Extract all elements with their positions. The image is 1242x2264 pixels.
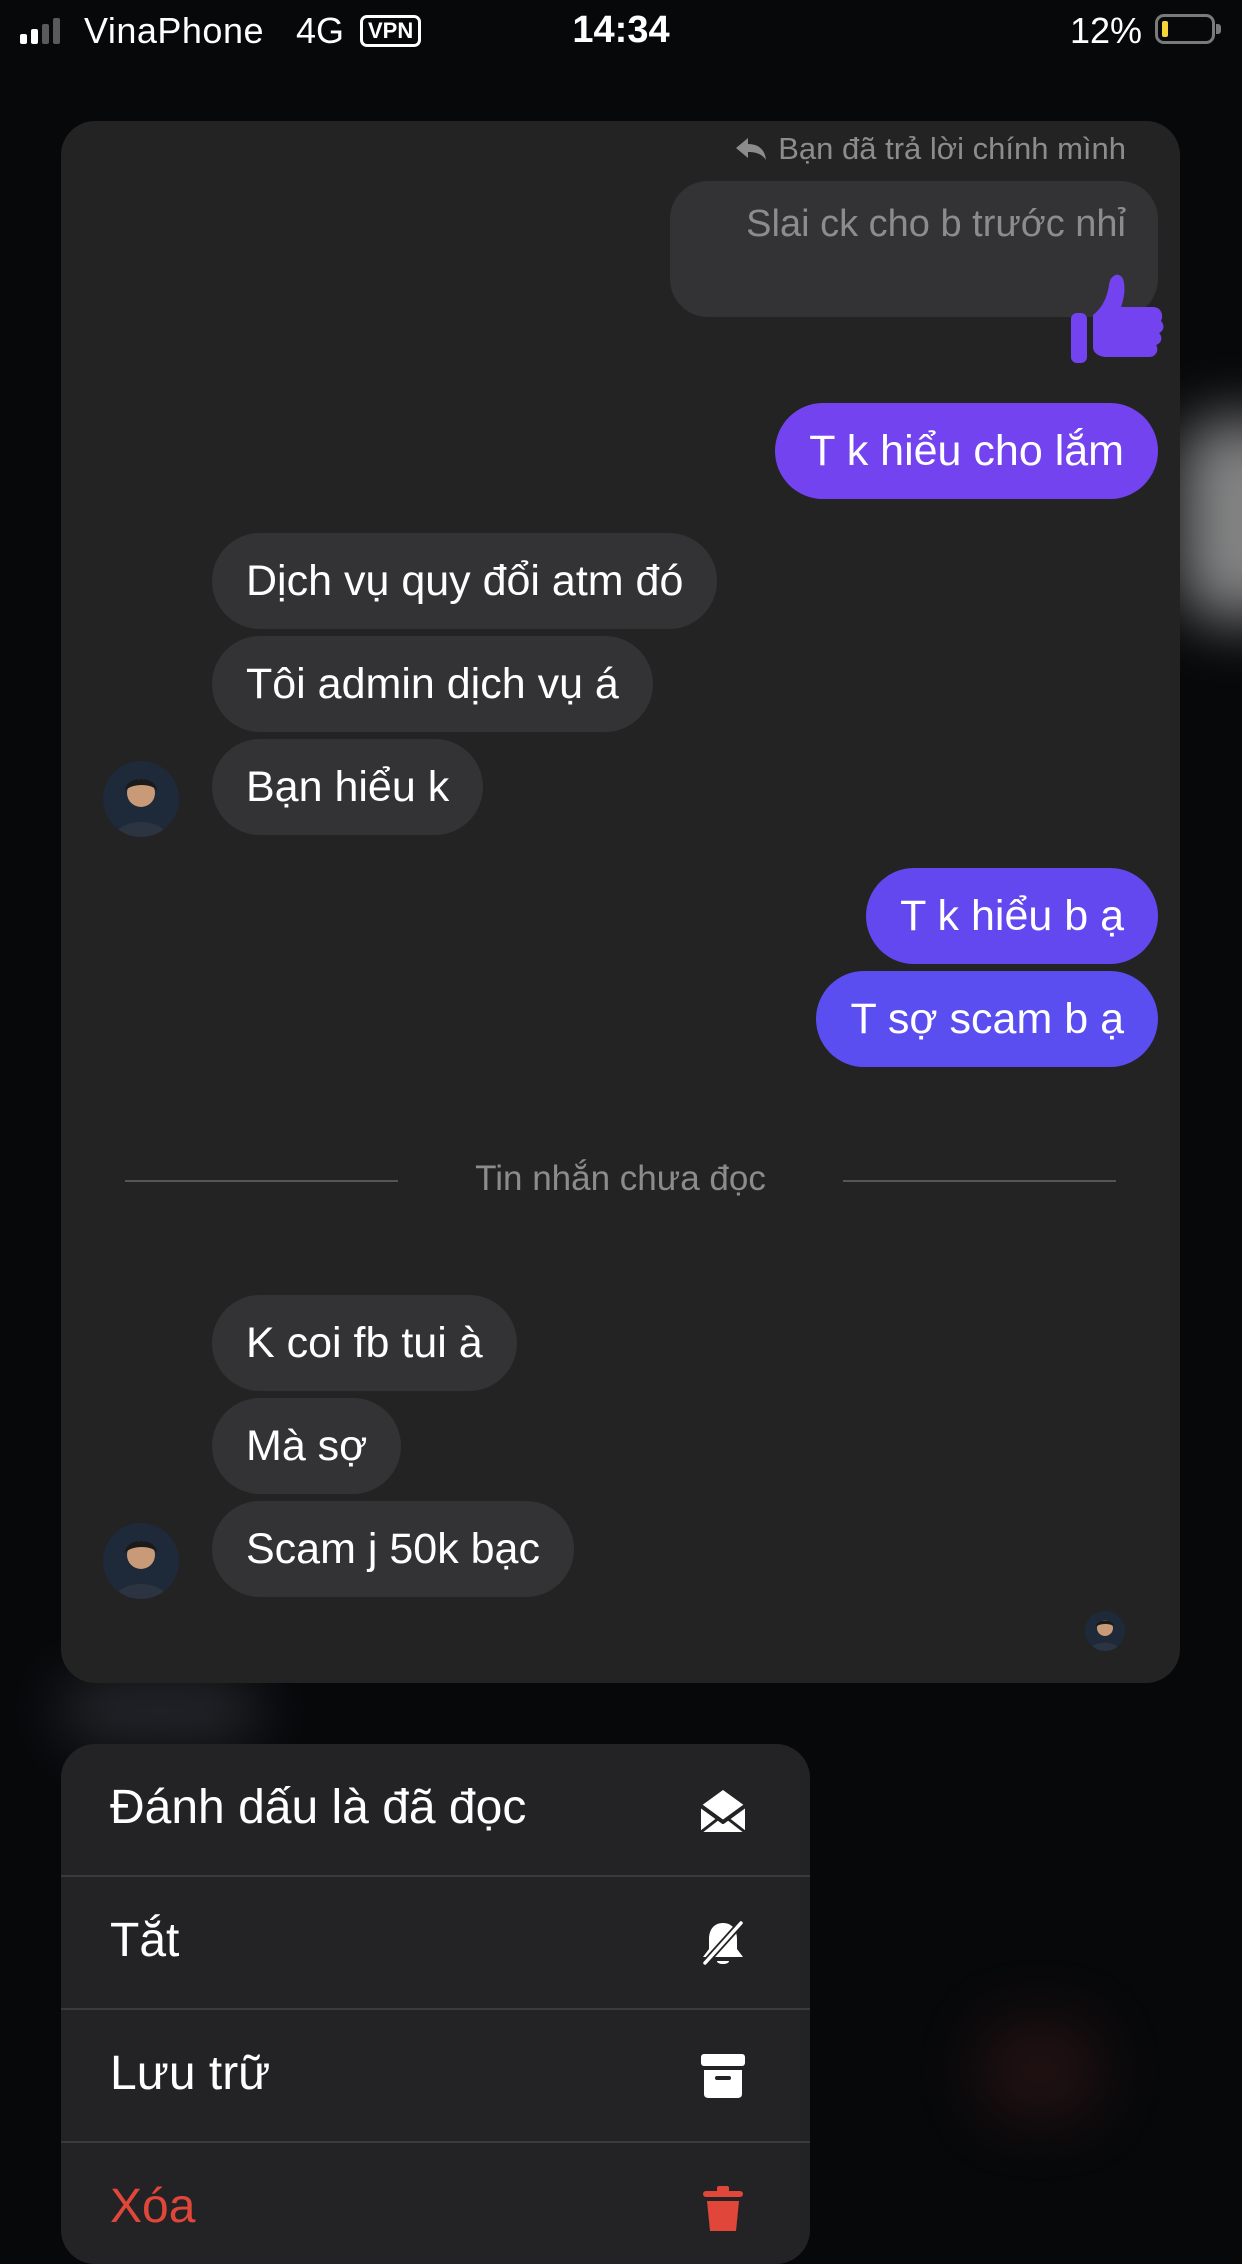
unread-divider-line (843, 1180, 1116, 1182)
message-incoming[interactable]: Scam j 50k bạc (212, 1501, 574, 1597)
archive-box-icon (701, 2054, 745, 2098)
menu-item-delete[interactable]: Xóa (61, 2143, 810, 2264)
clock: 14:34 (572, 9, 670, 51)
message-incoming[interactable]: Dịch vụ quy đổi atm đó (212, 533, 718, 629)
battery-icon (1155, 14, 1221, 44)
trash-icon (703, 2186, 743, 2231)
message-outgoing[interactable]: T k hiểu cho lắm (775, 403, 1158, 499)
battery-percent: 12% (1070, 10, 1143, 51)
menu-item-mark-read[interactable]: Đánh dấu là đã đọc (61, 1744, 810, 1875)
chat-preview-card[interactable]: Bạn đã trả lời chính mình Slai ck cho b … (61, 121, 1180, 1683)
envelope-open-icon (699, 1790, 747, 1834)
message-incoming[interactable]: Tôi admin dịch vụ á (212, 636, 653, 732)
menu-item-label: Lưu trữ (110, 2047, 271, 2100)
contact-avatar[interactable] (103, 761, 179, 837)
context-menu: Đánh dấu là đã đọc Tắt Lưu trữ Xóa (61, 1744, 810, 2264)
menu-item-mute[interactable]: Tắt (61, 1877, 810, 2008)
menu-item-archive[interactable]: Lưu trữ (61, 2010, 810, 2141)
thumbs-up-icon (1071, 274, 1164, 363)
message-incoming[interactable]: Bạn hiểu k (212, 739, 484, 835)
background-blur (1180, 420, 1242, 620)
background-blur (980, 2020, 1100, 2120)
battery-fill (1162, 21, 1168, 37)
menu-item-label: Tắt (110, 1914, 180, 1967)
menu-item-label: Đánh dấu là đã đọc (110, 1781, 527, 1834)
reply-arrow-icon (736, 138, 767, 160)
message-outgoing[interactable]: T sợ scam b ạ (816, 971, 1158, 1067)
menu-item-label: Xóa (110, 2180, 196, 2233)
background-blur (60, 1680, 260, 1740)
contact-avatar[interactable] (103, 1523, 179, 1599)
bell-slash-icon (702, 1920, 744, 1966)
status-bar: VinaPhone 4G VPN 14:34 12% (0, 0, 1242, 62)
seen-avatar (1085, 1611, 1125, 1651)
message-incoming[interactable]: K coi fb tui à (212, 1295, 517, 1391)
message-incoming[interactable]: Mà sợ (212, 1398, 402, 1494)
reply-note-text: Bạn đã trả lời chính mình (778, 131, 1126, 166)
message-outgoing[interactable]: T k hiểu b ạ (866, 868, 1158, 964)
reply-note: Bạn đã trả lời chính mình (734, 131, 1126, 167)
unread-divider-label: Tin nhắn chưa đọc (475, 1159, 766, 1198)
